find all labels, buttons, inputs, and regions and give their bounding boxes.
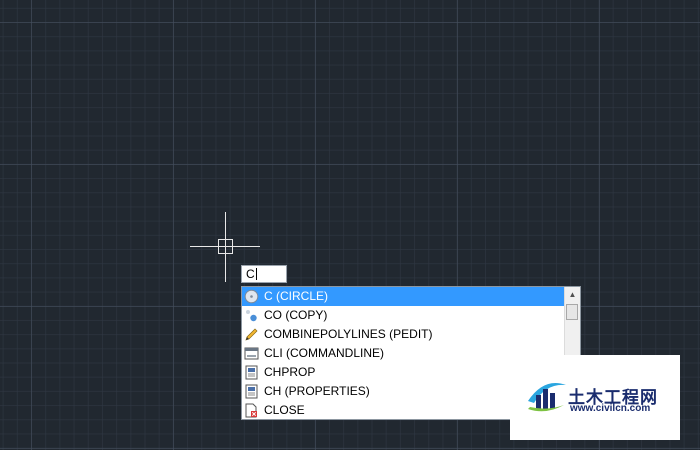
dynamic-command-input[interactable]: C [241, 265, 287, 283]
suggestion-label: CLI (COMMANDLINE) [264, 346, 385, 360]
scroll-thumb[interactable] [566, 304, 578, 320]
command-input-value: C [246, 267, 255, 281]
suggestion-label: C (CIRCLE) [264, 289, 329, 303]
suggestion-label: CLOSE [264, 403, 305, 417]
suggestion-copy[interactable]: CO (COPY) [242, 306, 564, 325]
suggestion-label: COMBINEPOLYLINES (PEDIT) [264, 327, 433, 341]
circle-icon [244, 289, 259, 304]
watermark: 土木工程网 www.civilcn.com [510, 355, 680, 440]
suggestion-combinepolylines[interactable]: COMBINEPOLYLINES (PEDIT) [242, 325, 564, 344]
close-document-icon [244, 403, 259, 418]
suggestion-label: CHPROP [264, 365, 316, 379]
text-caret [255, 268, 257, 280]
pencil-icon [244, 327, 259, 342]
properties-icon [244, 384, 259, 399]
properties-icon [244, 365, 259, 380]
suggestion-label: CO (COPY) [264, 308, 328, 322]
copy-icon [244, 308, 259, 323]
command-line-icon [244, 346, 259, 361]
pickbox [218, 239, 233, 254]
suggestion-label: CH (PROPERTIES) [264, 384, 370, 398]
scroll-up-arrow[interactable]: ▲ [565, 287, 580, 303]
suggestion-circle[interactable]: C (CIRCLE) [242, 287, 564, 306]
watermark-url: www.civilcn.com [570, 403, 651, 414]
